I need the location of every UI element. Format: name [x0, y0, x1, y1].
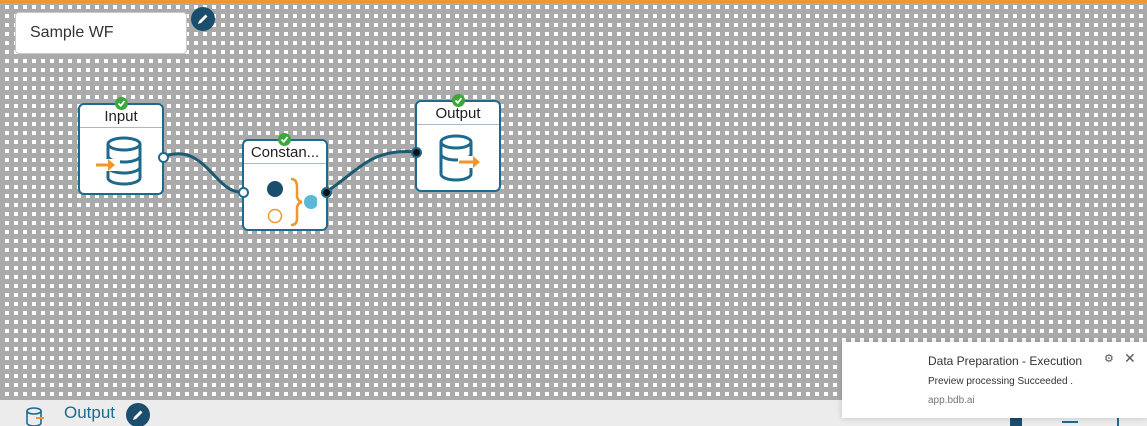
bottom-panel-title: Output	[64, 403, 116, 422]
notification-message: Preview processing Succeeded .	[928, 376, 1074, 387]
node-input-output-port[interactable]	[158, 152, 169, 163]
node-constant-label: Constan...	[250, 144, 320, 161]
wire-input-constant	[162, 152, 244, 194]
node-constant-success-icon	[278, 133, 291, 146]
constant-icon	[267, 177, 317, 226]
edit-output-button[interactable]	[126, 403, 150, 426]
node-output-input-port[interactable]	[411, 147, 422, 158]
node-input-success-icon	[115, 97, 128, 110]
pencil-icon	[133, 410, 143, 420]
node-constant-output-port[interactable]	[321, 187, 332, 198]
gear-icon[interactable]: ⚙	[1104, 352, 1114, 365]
database-in-icon	[94, 136, 142, 185]
node-constant-input-port[interactable]	[238, 187, 249, 198]
node-input[interactable]: Input	[78, 103, 164, 195]
notification-toast: Data Preparation - Execution Preview pro…	[842, 342, 1147, 418]
node-output[interactable]: Output	[415, 100, 501, 192]
close-icon[interactable]: ✕	[1124, 350, 1136, 367]
panel-maximize-button[interactable]	[1010, 418, 1022, 426]
node-output-label: Output	[435, 105, 481, 122]
node-input-label: Input	[104, 108, 138, 125]
connection-lines	[162, 150, 418, 194]
database-out-icon	[439, 134, 486, 181]
notification-title: Data Preparation - Execution	[928, 354, 1083, 368]
panel-minimize-button[interactable]	[1062, 421, 1078, 423]
wire-constant-output	[325, 150, 418, 194]
node-constant[interactable]: Constan...	[242, 139, 328, 231]
database-out-icon	[26, 407, 44, 426]
node-output-success-icon	[452, 94, 465, 107]
notification-source: app.bdb.ai	[928, 395, 975, 406]
panel-expand-button[interactable]	[1117, 417, 1119, 426]
